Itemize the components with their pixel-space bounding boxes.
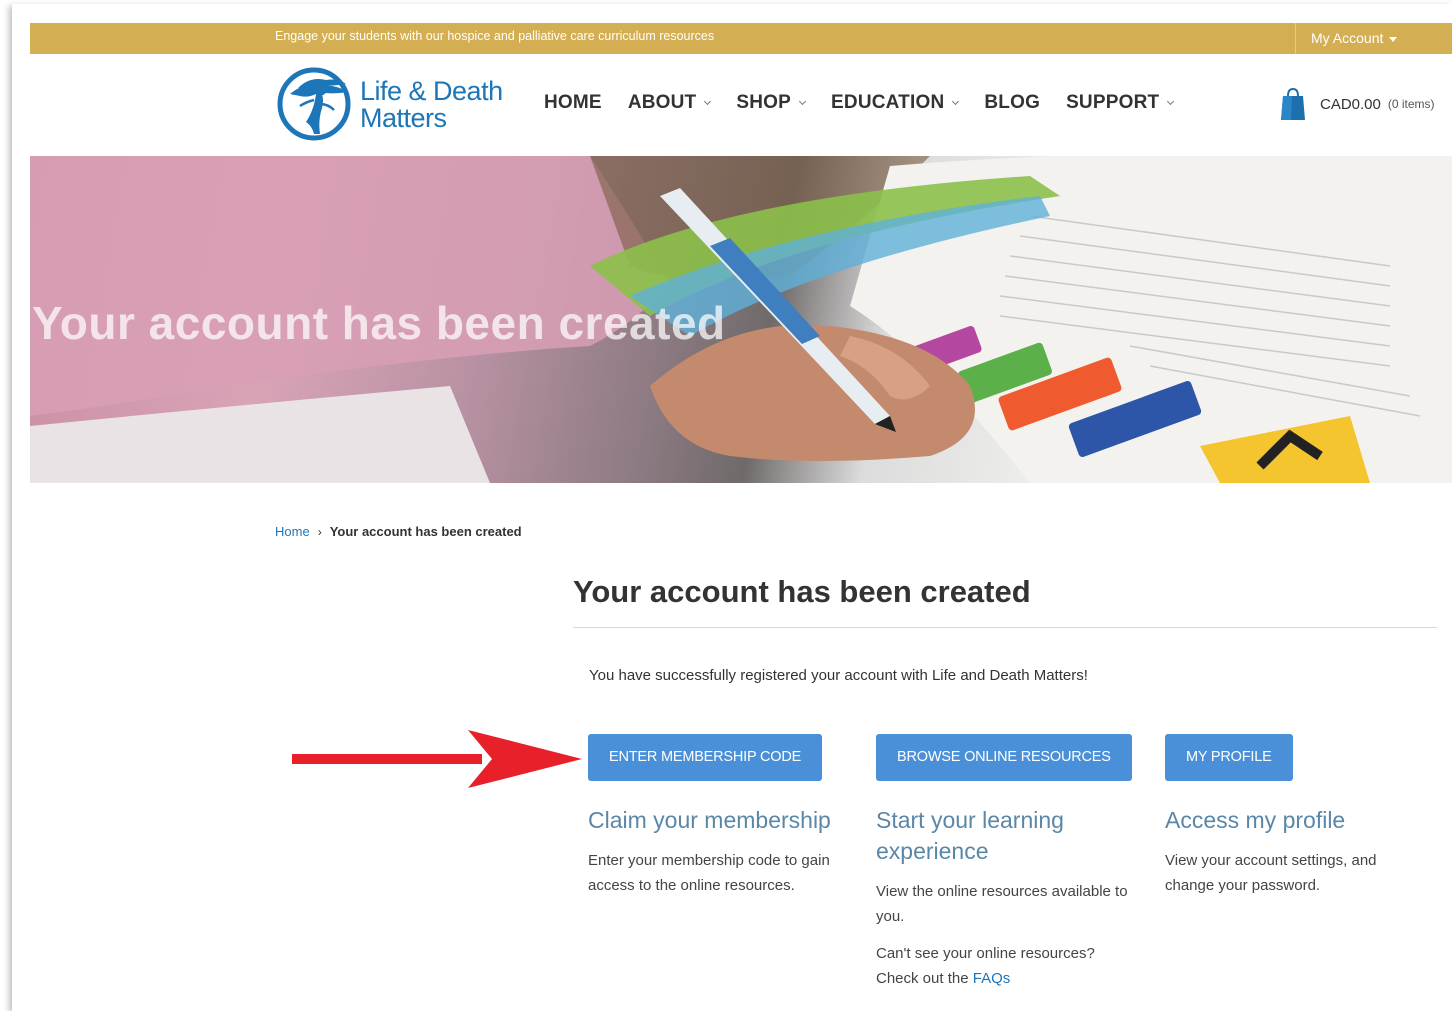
top-bar-tagline: Engage your students with our hospice an… bbox=[275, 29, 715, 43]
nav-shop-label: SHOP bbox=[736, 92, 792, 113]
browse-online-resources-button[interactable]: BROWSE ONLINE RESOURCES bbox=[876, 734, 1132, 781]
breadcrumb-separator: › bbox=[317, 524, 322, 539]
chevron-down-icon bbox=[952, 97, 960, 105]
top-bar: Engage your students with our hospice an… bbox=[30, 23, 1452, 54]
hero-banner: Your account has been created bbox=[30, 156, 1452, 483]
column-text: View the online resources available to y… bbox=[876, 883, 1128, 925]
success-message: You have successfully registered your ac… bbox=[589, 667, 1088, 684]
nav-home[interactable]: HOME bbox=[544, 92, 602, 114]
nav-blog-label: BLOG bbox=[984, 92, 1041, 113]
nav-about-label: ABOUT bbox=[627, 92, 697, 113]
nav-support-label: SUPPORT bbox=[1066, 92, 1160, 113]
nav-education-label: EDUCATION bbox=[831, 92, 945, 113]
column-membership: ENTER MEMBERSHIP CODE Claim your members… bbox=[588, 734, 848, 898]
my-profile-button[interactable]: MY PROFILE bbox=[1165, 734, 1293, 781]
annotation-arrow-icon bbox=[292, 730, 582, 788]
chevron-down-icon bbox=[1167, 97, 1175, 105]
my-account-label: My Account bbox=[1311, 30, 1384, 46]
nav-education[interactable]: EDUCATION bbox=[831, 92, 960, 114]
caret-down-icon bbox=[1389, 36, 1398, 42]
logo-line-1: Life & Death bbox=[360, 76, 503, 106]
column-learning: BROWSE ONLINE RESOURCES Start your learn… bbox=[876, 734, 1136, 991]
cart-amount: CAD0.00 bbox=[1320, 95, 1381, 113]
page-title: Your account has been created bbox=[573, 574, 1031, 609]
column-heading: Access my profile bbox=[1165, 807, 1346, 833]
cart-item-count: (0 items) bbox=[1387, 97, 1435, 111]
site-header: Life & Death Matters HOME ABOUT SHOP EDU… bbox=[30, 54, 1452, 156]
enter-membership-code-button[interactable]: ENTER MEMBERSHIP CODE bbox=[588, 734, 823, 781]
column-profile: MY PROFILE Access my profile View your a… bbox=[1165, 734, 1405, 898]
nav-about[interactable]: ABOUT bbox=[627, 92, 712, 114]
nav-shop[interactable]: SHOP bbox=[736, 92, 807, 114]
my-account-menu[interactable]: My Account bbox=[1295, 23, 1452, 54]
column-text: Enter your membership code to gain acces… bbox=[588, 852, 830, 894]
logo-line-2: Matters bbox=[360, 103, 447, 133]
cart-summary[interactable]: CAD0.00 (0 items) bbox=[1280, 87, 1435, 121]
hero-title: Your account has been created bbox=[32, 297, 726, 349]
logo-tree-icon bbox=[277, 67, 351, 141]
nav-support[interactable]: SUPPORT bbox=[1066, 92, 1175, 114]
breadcrumb-home-link[interactable]: Home bbox=[275, 524, 310, 539]
chevron-down-icon bbox=[704, 97, 712, 105]
column-heading: Start your learning experience bbox=[876, 807, 1064, 864]
column-text: View your account settings, and change y… bbox=[1165, 852, 1377, 894]
nav-home-label: HOME bbox=[544, 92, 602, 113]
breadcrumb-current: Your account has been created bbox=[329, 524, 522, 539]
site-logo[interactable]: Life & Death Matters bbox=[276, 66, 506, 144]
main-nav: HOME ABOUT SHOP EDUCATION BLOG SUPPORT bbox=[544, 92, 1199, 114]
column-heading: Claim your membership bbox=[588, 807, 831, 833]
title-divider bbox=[573, 627, 1437, 628]
chevron-down-icon bbox=[798, 97, 807, 105]
breadcrumb: Home › Your account has been created bbox=[275, 524, 522, 539]
nav-blog[interactable]: BLOG bbox=[984, 92, 1040, 114]
shopping-bag-icon bbox=[1281, 87, 1305, 120]
logo-wordmark: Life & Death Matters bbox=[360, 78, 503, 132]
faq-prompt: Can't see your online resources? Check o… bbox=[876, 941, 1136, 991]
faqs-link[interactable]: FAQs bbox=[973, 970, 1011, 987]
